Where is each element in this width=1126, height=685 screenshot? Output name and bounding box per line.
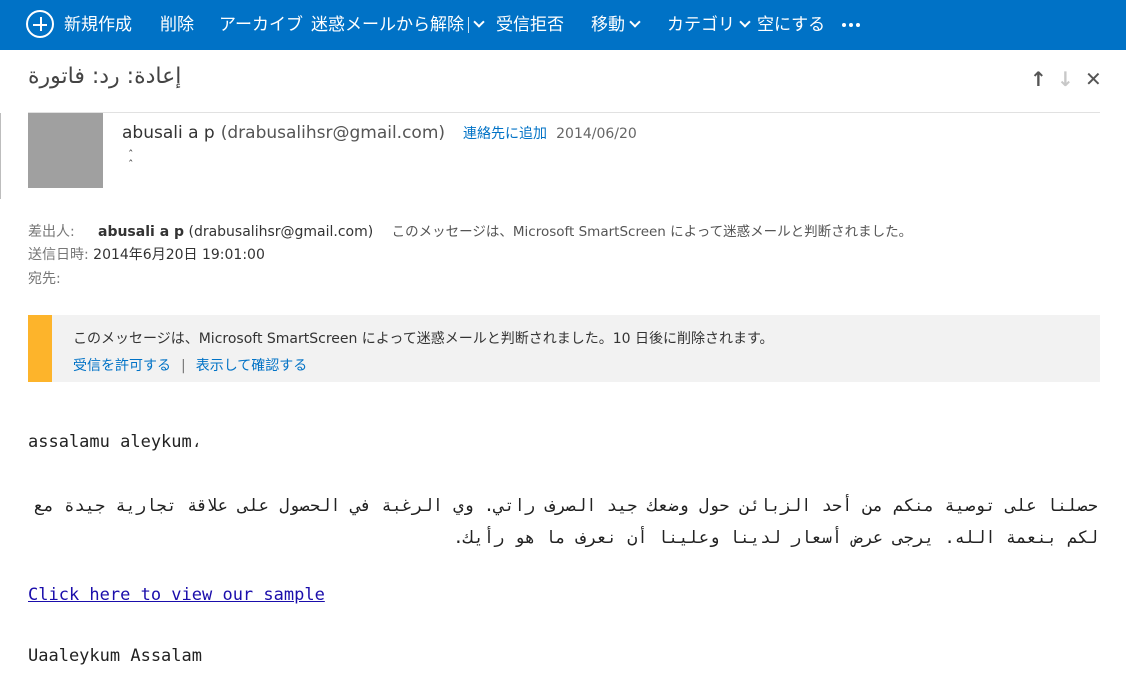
- chevron-down-icon[interactable]: [473, 16, 485, 28]
- chevron-down-icon: [629, 16, 641, 28]
- plus-circle-icon: [26, 10, 54, 38]
- empty-button[interactable]: 空にする: [757, 0, 825, 50]
- body-greeting: assalamu aleykum،: [28, 432, 202, 452]
- expand-icon[interactable]: ˆˆ: [128, 149, 134, 170]
- to-label: 宛先:: [28, 271, 61, 287]
- command-bar: 新規作成 削除 アーカイブ 迷惑メールから解除 受信拒否 移動 カテゴリ 空にす…: [0, 0, 1126, 50]
- banner-text: このメッセージは、Microsoft SmartScreen によって迷惑メール…: [73, 331, 774, 347]
- chevron-down-icon: [739, 16, 751, 28]
- not-junk-button[interactable]: 迷惑メールから解除: [311, 0, 485, 50]
- category-label: カテゴリ: [667, 15, 735, 35]
- from-label: 差出人:: [28, 224, 75, 240]
- sent-value: 2014年6月20日 19:01:00: [93, 247, 265, 263]
- junk-note: このメッセージは、Microsoft SmartScreen によって迷惑メール…: [391, 224, 913, 240]
- move-label: 移動: [591, 15, 625, 35]
- message-date: 2014/06/20: [556, 126, 637, 142]
- from-email: (drabusalihsr@gmail.com): [188, 224, 374, 240]
- body-closing: Uaaleykum Assalam: [28, 646, 202, 666]
- arrow-down-icon[interactable]: ↓: [1057, 68, 1074, 90]
- left-edge-marker: [0, 113, 1, 199]
- sender-name[interactable]: abusali a p: [122, 123, 215, 143]
- body-paragraph: حصلنا على توصية منكم من أحد الزبائن حول …: [33, 496, 1098, 548]
- avatar: [28, 113, 103, 188]
- more-button[interactable]: [842, 23, 864, 27]
- block-button[interactable]: 受信拒否: [496, 0, 564, 50]
- junk-warning-banner: このメッセージは、Microsoft SmartScreen によって迷惑メール…: [28, 315, 1100, 382]
- to-row: 宛先:: [28, 268, 61, 288]
- message-subject: إعادة: رد: فاتورة: [28, 64, 181, 89]
- header-divider: [28, 112, 1100, 113]
- split-divider: [468, 17, 469, 33]
- ellipsis-icon: [842, 23, 846, 27]
- banner-actions: 受信を許可する | 表示して確認する: [73, 355, 307, 375]
- subject-text: إعادة: رد: فاتورة: [28, 64, 182, 89]
- warning-accent-bar: [28, 315, 52, 382]
- from-name: abusali a p: [98, 224, 185, 240]
- ellipsis-dot: [856, 23, 860, 27]
- from-row: 差出人: abusali a p (drabusalihsr@gmail.com)…: [28, 220, 912, 241]
- arrow-up-icon[interactable]: ↑: [1030, 68, 1047, 90]
- sent-row: 送信日時: 2014年6月20日 19:01:00: [28, 244, 265, 264]
- add-contact-link[interactable]: 連絡先に追加: [463, 126, 547, 142]
- not-junk-label: 迷惑メールから解除: [311, 15, 464, 35]
- category-button[interactable]: カテゴリ: [667, 0, 751, 50]
- ellipsis-dot: [849, 23, 853, 27]
- new-label: 新規作成: [64, 15, 132, 35]
- sender-email: (drabusalihsr@gmail.com): [220, 123, 446, 143]
- move-button[interactable]: 移動: [591, 0, 641, 50]
- delete-button[interactable]: 削除: [160, 0, 194, 50]
- allow-sender-link[interactable]: 受信を許可する: [73, 358, 171, 374]
- sender-line: abusali a p (drabusalihsr@gmail.com) 連絡先に追…: [122, 123, 637, 143]
- show-content-link[interactable]: 表示して確認する: [196, 358, 308, 374]
- sent-label: 送信日時:: [28, 247, 89, 263]
- archive-button[interactable]: アーカイブ: [219, 0, 303, 50]
- banner-separator: |: [181, 358, 186, 374]
- sample-link[interactable]: Click here to view our sample: [28, 585, 325, 605]
- sample-link-line: Click here to view our sample: [28, 585, 325, 605]
- close-icon[interactable]: ✕: [1085, 68, 1102, 90]
